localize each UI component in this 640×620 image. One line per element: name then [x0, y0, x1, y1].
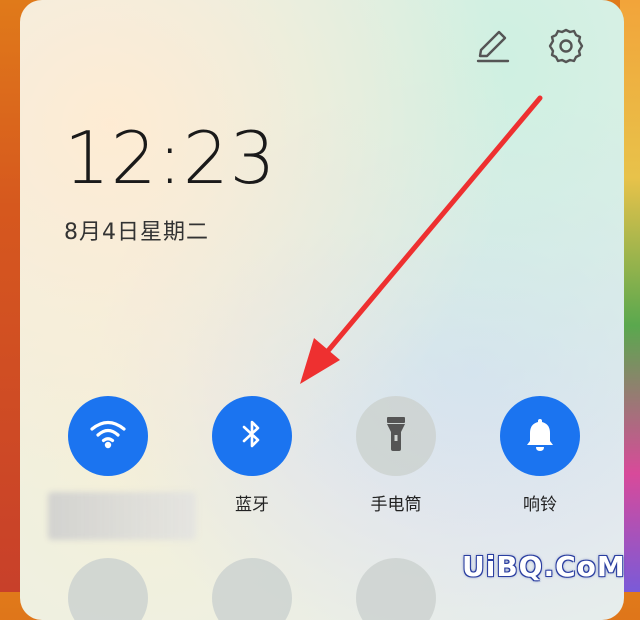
- clock-time: 12:23: [64, 116, 277, 200]
- ring-button[interactable]: [500, 396, 580, 476]
- wifi-icon: [88, 418, 128, 454]
- row2-tile-3[interactable]: [356, 558, 436, 620]
- flashlight-toggle[interactable]: 手电筒: [351, 396, 441, 515]
- gear-icon[interactable]: [546, 26, 586, 66]
- row2-tile-2[interactable]: [212, 558, 292, 620]
- ring-label: 响铃: [523, 495, 557, 515]
- watermark-text: UiBQ.CoM: [462, 550, 626, 583]
- flashlight-button[interactable]: [356, 396, 436, 476]
- flashlight-label: 手电筒: [370, 495, 422, 515]
- bluetooth-icon: [240, 417, 264, 455]
- bluetooth-label: 蓝牙: [235, 495, 269, 515]
- date-label: 8月4日星期二: [64, 220, 209, 245]
- bluetooth-button[interactable]: [212, 396, 292, 476]
- row2-tile-1[interactable]: [68, 558, 148, 620]
- control-center-panel: 12:23 8月4日星期二 蓝牙 手电筒 响铃: [20, 0, 624, 620]
- pencil-icon[interactable]: [472, 26, 512, 66]
- ring-toggle[interactable]: 响铃: [495, 396, 585, 515]
- bell-icon: [524, 417, 556, 455]
- wifi-button[interactable]: [68, 396, 148, 476]
- flashlight-icon: [384, 415, 408, 457]
- bluetooth-toggle[interactable]: 蓝牙: [207, 396, 297, 515]
- blurred-network-label: [48, 492, 196, 540]
